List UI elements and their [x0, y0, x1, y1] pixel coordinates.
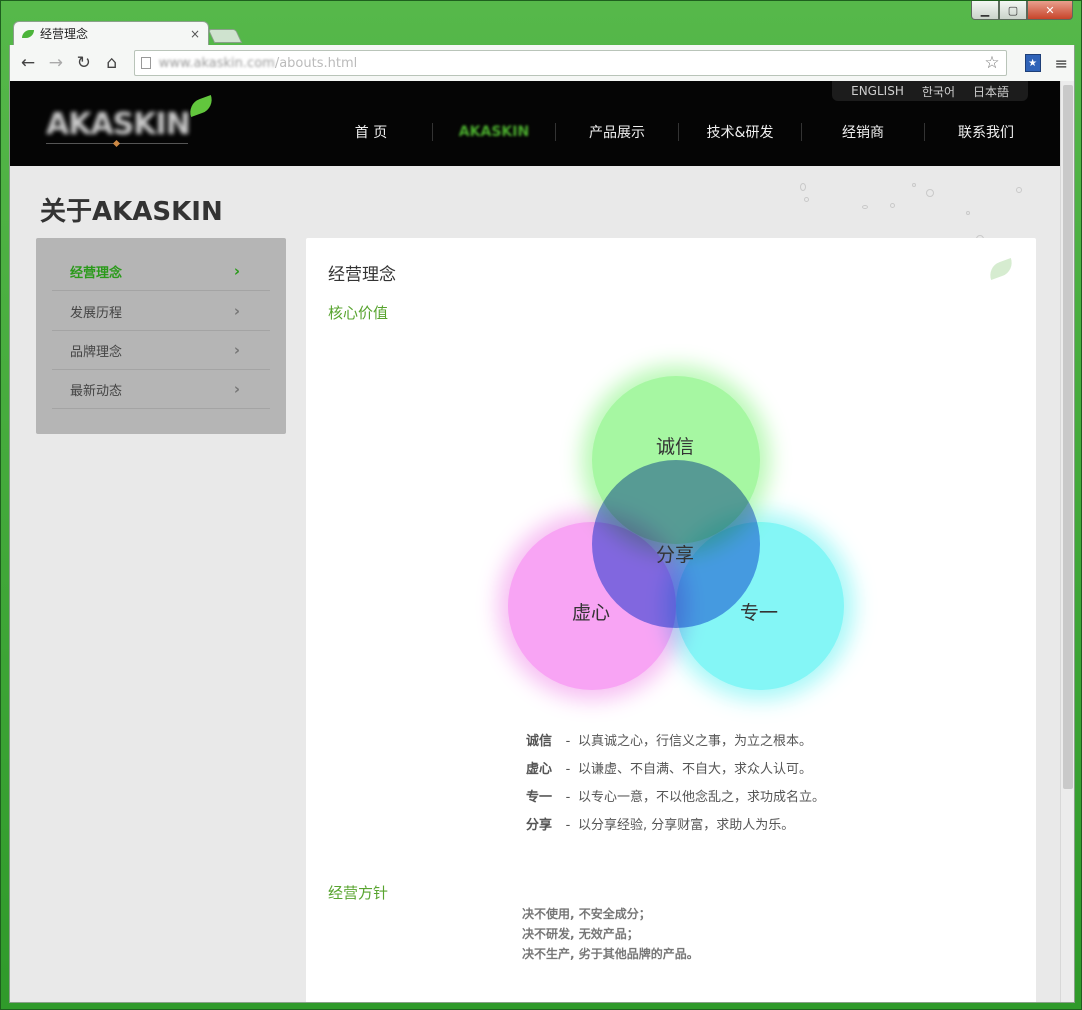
logo-leaf-icon — [186, 94, 216, 118]
lang-japanese[interactable]: 日本語 — [964, 83, 1018, 100]
chevron-right-icon: › — [233, 262, 240, 280]
sidebar-item-label: 品牌理念 — [70, 344, 123, 360]
lang-korean[interactable]: 한국어 — [913, 83, 964, 100]
sidebar-item-label: 发展历程 — [70, 305, 123, 321]
nav-contact[interactable]: 联系我们 — [925, 122, 1047, 142]
page-icon — [140, 57, 151, 69]
window-controls: ▁ ▢ ✕ — [971, 1, 1073, 21]
back-arrow-icon[interactable]: ← — [16, 51, 40, 75]
nav-dealers[interactable]: 经销商 — [802, 122, 924, 142]
maximize-button[interactable]: ▢ — [999, 1, 1027, 20]
page-title: 关于AKASKIN — [40, 197, 223, 227]
vertical-scrollbar[interactable] — [1060, 81, 1074, 1002]
language-switcher: ENGLISH 한국어 日本語 — [832, 81, 1028, 101]
nav-tech-rd[interactable]: 技术&研发 — [679, 122, 801, 142]
business-policy-heading: 经营方针 — [328, 884, 389, 902]
scrollbar-thumb[interactable] — [1063, 85, 1073, 789]
address-bar[interactable]: www.akaskin.com /abouts.html ☆ — [133, 50, 1007, 76]
sidebar-item-history[interactable]: 发展历程 › — [52, 292, 270, 331]
site-header: AKASKIN ENGLISH 한국어 日本語 首 页 AKASKIN 产品展示… — [10, 81, 1062, 166]
chevron-right-icon: › — [233, 341, 240, 359]
logo-text: AKASKIN — [46, 107, 191, 142]
sidebar-item-label: 最新动态 — [70, 383, 123, 399]
venn-label-modesty: 虚心 — [572, 602, 611, 624]
chevron-right-icon: › — [233, 302, 240, 320]
lang-english[interactable]: ENGLISH — [842, 84, 913, 98]
browser-window: ▁ ▢ ✕ 经营理念 × ← → ↻ ⌂ www.akaskin.com /ab… — [0, 0, 1082, 1010]
leaf-icon — [986, 257, 1016, 281]
nav-products[interactable]: 产品展示 — [556, 122, 678, 142]
tab-strip: 经营理念 × — [13, 21, 243, 45]
sidebar-item-label: 经营理念 — [70, 265, 123, 281]
forward-arrow-icon[interactable]: → — [44, 51, 68, 75]
home-icon[interactable]: ⌂ — [100, 51, 124, 75]
list-item: 诚信 - 以真诚之心，行信义之事，为立之根本。 — [526, 734, 813, 749]
core-values-list: 诚信 - 以真诚之心，行信义之事，为立之根本。 虚心 - 以谦虚、不自满、不自大… — [526, 728, 825, 840]
tab-close-icon[interactable]: × — [190, 27, 200, 41]
menu-icon[interactable]: ≡ — [1055, 54, 1068, 73]
venn-label-sharing: 分享 — [656, 544, 695, 566]
browser-toolbar: ← → ↻ ⌂ www.akaskin.com /abouts.html ☆ ★… — [9, 45, 1075, 81]
close-window-button[interactable]: ✕ — [1027, 1, 1073, 20]
sidebar-item-brand-philosophy[interactable]: 品牌理念 › — [52, 331, 270, 370]
list-item: 虚心 - 以谦虚、不自满、不自大，求众人认可。 — [526, 762, 813, 777]
venn-label-integrity: 诚信 — [656, 436, 695, 458]
core-values-heading: 核心价值 — [328, 304, 389, 322]
sidebar-item-business-philosophy[interactable]: 经营理念 › — [52, 252, 270, 291]
main-nav: 首 页 AKASKIN 产品展示 技术&研发 经销商 联系我们 — [310, 119, 1047, 145]
sidebar-item-latest-news[interactable]: 最新动态 › — [52, 370, 270, 409]
minimize-button[interactable]: ▁ — [971, 1, 999, 20]
list-item: 决不研发, 无效产品； — [522, 927, 639, 941]
card-title: 经营理念 — [328, 265, 396, 285]
page-viewport: AKASKIN ENGLISH 한국어 日本語 首 页 AKASKIN 产品展示… — [9, 81, 1075, 1003]
list-item: 决不生产, 劣于其他品牌的产品。 — [522, 947, 699, 961]
url-host: www.akaskin.com — [158, 55, 275, 71]
bookmark-star-icon[interactable]: ☆ — [984, 53, 999, 73]
business-policy-list: 决不使用, 不安全成分； 决不研发, 无效产品； 决不生产, 劣于其他品牌的产品… — [522, 904, 699, 964]
nav-home[interactable]: 首 页 — [310, 122, 432, 142]
extension-icon[interactable]: ★ — [1024, 54, 1041, 72]
nav-akaskin[interactable]: AKASKIN — [433, 124, 555, 140]
browser-tab-active[interactable]: 经营理念 × — [13, 21, 209, 45]
reload-icon[interactable]: ↻ — [72, 51, 96, 75]
list-item: 分享 - 以分享经验, 分享财富，求助人为乐。 — [526, 818, 795, 833]
core-values-venn-diagram: 诚信 虚心 专一 分享 — [496, 366, 856, 706]
water-drops-decoration — [790, 173, 1030, 243]
leaf-favicon-icon — [22, 29, 34, 38]
url-path: /abouts.html — [274, 55, 358, 71]
chevron-right-icon: › — [233, 380, 240, 398]
content-card: 经营理念 核心价值 诚信 虚心 专一 分享 诚信 - 以真诚之心，行信义之事，为… — [306, 238, 1036, 1002]
new-tab-button[interactable] — [207, 29, 243, 43]
list-item: 决不使用, 不安全成分； — [522, 907, 651, 921]
tab-title: 经营理念 — [40, 27, 89, 41]
venn-label-focus: 专一 — [740, 602, 779, 624]
list-item: 专一 - 以专心一意，不以他念乱之，求功成名立。 — [526, 790, 826, 805]
about-sidebar: 经营理念 › 发展历程 › 品牌理念 › 最新动态 › — [36, 238, 286, 434]
site-logo[interactable]: AKASKIN — [46, 94, 216, 149]
